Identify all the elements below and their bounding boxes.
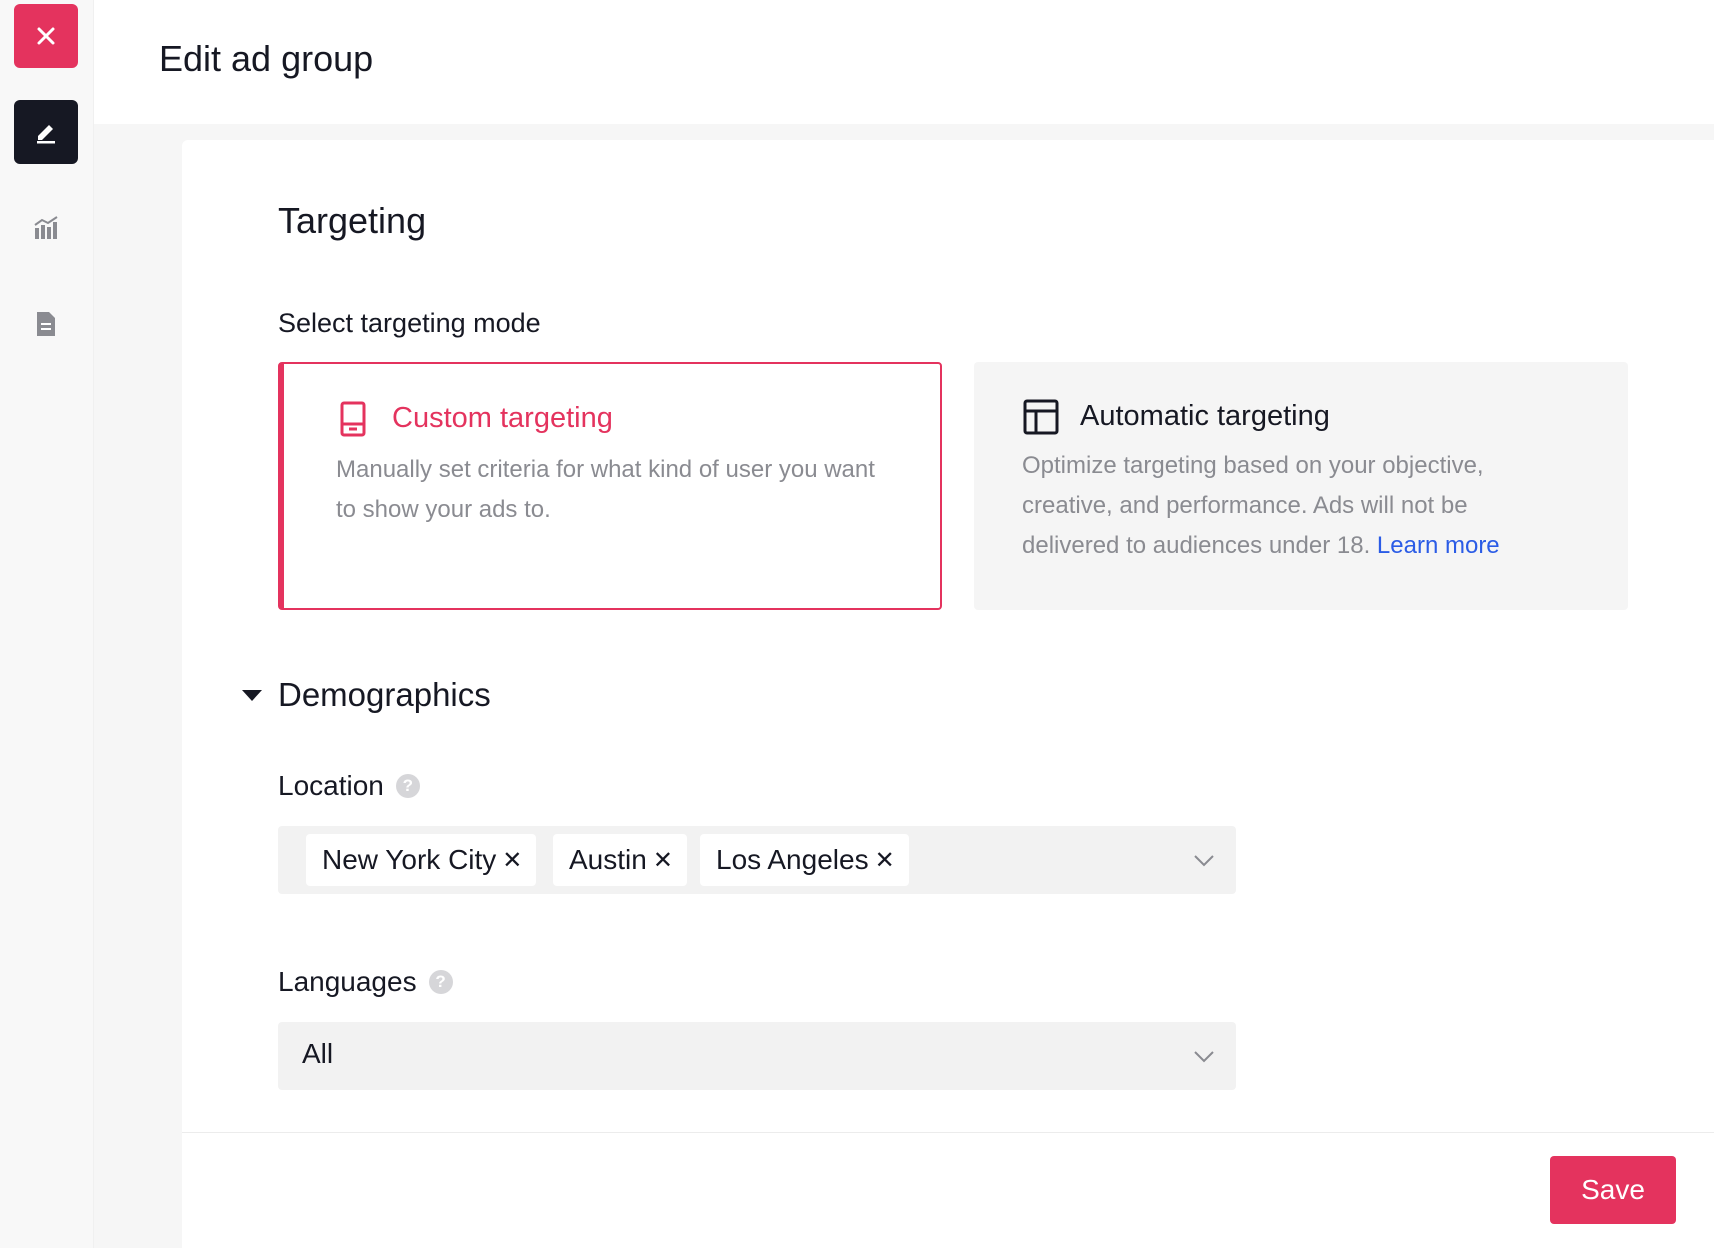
location-tag-label: New York City xyxy=(322,844,497,875)
targeting-mode-label: Select targeting mode xyxy=(278,308,541,338)
chevron-down-icon xyxy=(1194,855,1214,867)
layout-icon xyxy=(1023,399,1059,435)
languages-value: All xyxy=(302,1038,334,1069)
location-select[interactable]: New York City ✕ Austin ✕ Los Angeles ✕ xyxy=(278,826,1236,894)
location-tag: New York City ✕ xyxy=(306,834,537,886)
demographics-title: Demographics xyxy=(278,676,491,713)
demographics-toggle[interactable]: Demographics xyxy=(242,676,491,714)
footer-divider xyxy=(182,1132,1714,1133)
custom-targeting-card[interactable]: Custom targeting Manually set criteria f… xyxy=(278,362,942,610)
languages-select[interactable]: All xyxy=(278,1022,1236,1090)
learn-more-link[interactable]: Learn more xyxy=(1377,532,1500,559)
automatic-targeting-title: Automatic targeting xyxy=(1080,400,1330,432)
close-icon xyxy=(37,27,55,45)
edit-nav-button[interactable] xyxy=(14,100,78,164)
remove-tag-icon[interactable]: ✕ xyxy=(875,846,895,875)
edit-icon xyxy=(37,125,55,144)
close-button[interactable] xyxy=(14,4,78,68)
automatic-targeting-card[interactable]: Automatic targeting Optimize targeting b… xyxy=(974,362,1628,610)
location-tag-label: Austin xyxy=(569,844,647,875)
custom-targeting-description: Manually set criteria for what kind of u… xyxy=(336,456,875,523)
remove-tag-icon[interactable]: ✕ xyxy=(653,846,673,875)
top-bar: Edit ad group xyxy=(94,0,1714,124)
languages-label-text: Languages xyxy=(278,966,417,997)
location-label: Location ? xyxy=(278,770,420,802)
caret-down-icon xyxy=(242,689,262,701)
languages-label: Languages ? xyxy=(278,966,453,998)
custom-targeting-title: Custom targeting xyxy=(392,402,613,434)
help-icon[interactable]: ? xyxy=(428,970,453,994)
document-icon xyxy=(37,312,55,336)
section-title: Targeting xyxy=(278,200,427,241)
location-tag: Los Angeles ✕ xyxy=(700,834,909,886)
page-title: Edit ad group xyxy=(159,38,374,79)
left-rail xyxy=(0,0,94,1248)
analytics-icon xyxy=(34,216,58,239)
remove-tag-icon[interactable]: ✕ xyxy=(502,846,522,875)
tablet-icon xyxy=(340,401,366,437)
help-icon[interactable]: ? xyxy=(395,774,420,798)
location-tag-label: Los Angeles xyxy=(716,844,869,875)
analytics-nav-button[interactable] xyxy=(30,212,62,244)
automatic-targeting-description: Optimize targeting based on your objecti… xyxy=(1022,446,1542,566)
document-nav-button[interactable] xyxy=(30,308,62,340)
chevron-down-icon xyxy=(1194,1051,1214,1063)
location-label-text: Location xyxy=(278,770,384,801)
targeting-panel: Targeting Select targeting mode Custom t… xyxy=(182,140,1714,1248)
location-tag: Austin ✕ xyxy=(553,834,687,886)
save-button[interactable]: Save xyxy=(1550,1156,1676,1224)
